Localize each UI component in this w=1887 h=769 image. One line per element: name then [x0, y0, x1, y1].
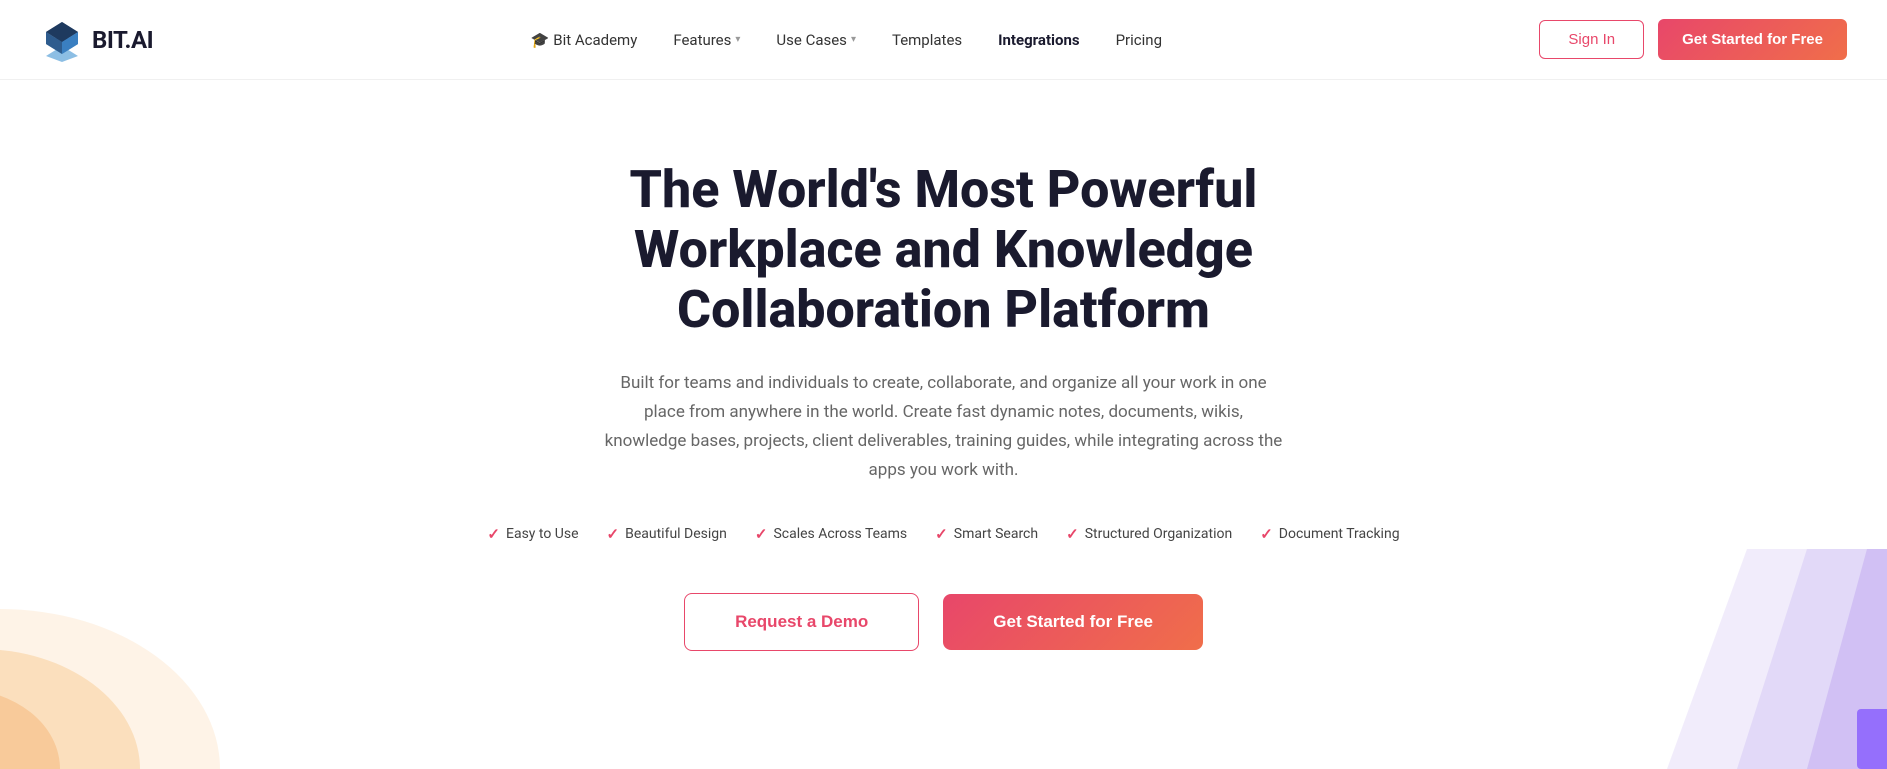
chevron-down-icon: ▾ — [735, 34, 740, 45]
nav-item-features[interactable]: Features ▾ — [673, 31, 740, 49]
feature-scales-across-teams: ✓ Scales Across Teams — [755, 525, 907, 543]
cta-buttons: Request a Demo Get Started for Free — [684, 593, 1203, 651]
request-demo-button[interactable]: Request a Demo — [684, 593, 919, 651]
feature-document-tracking: ✓ Document Tracking — [1260, 525, 1399, 543]
get-started-header-button[interactable]: Get Started for Free — [1658, 19, 1847, 60]
nav-item-use-cases[interactable]: Use Cases ▾ — [776, 31, 856, 49]
check-icon: ✓ — [607, 525, 620, 543]
logo[interactable]: BIT.AI — [40, 18, 153, 62]
feature-smart-search: ✓ Smart Search — [935, 525, 1038, 543]
deco-left-shape — [0, 549, 220, 769]
hero-title: The World's Most Powerful Workplace and … — [494, 160, 1394, 339]
main-nav: 🎓 Bit Academy Features ▾ Use Cases ▾ Tem… — [531, 31, 1162, 49]
nav-item-pricing[interactable]: Pricing — [1116, 31, 1162, 49]
site-header: BIT.AI 🎓 Bit Academy Features ▾ Use Case… — [0, 0, 1887, 80]
feature-easy-to-use: ✓ Easy to Use — [487, 525, 578, 543]
signin-button[interactable]: Sign In — [1539, 20, 1644, 59]
check-icon: ✓ — [487, 525, 500, 543]
feature-structured-organization: ✓ Structured Organization — [1066, 525, 1232, 543]
deco-right-shape — [1587, 549, 1887, 769]
nav-item-bit-academy[interactable]: 🎓 Bit Academy — [531, 31, 638, 49]
header-actions: Sign In Get Started for Free — [1539, 19, 1847, 60]
nav-item-templates[interactable]: Templates — [892, 31, 962, 49]
features-row: ✓ Easy to Use ✓ Beautiful Design ✓ Scale… — [487, 525, 1399, 543]
hero-section: The World's Most Powerful Workplace and … — [0, 80, 1887, 769]
check-icon: ✓ — [755, 525, 768, 543]
hero-subtitle: Built for teams and individuals to creat… — [604, 369, 1284, 485]
feature-beautiful-design: ✓ Beautiful Design — [607, 525, 727, 543]
check-icon: ✓ — [1260, 525, 1273, 543]
logo-icon — [40, 18, 84, 62]
nav-item-integrations[interactable]: Integrations — [998, 31, 1079, 49]
get-started-hero-button[interactable]: Get Started for Free — [943, 594, 1203, 650]
chevron-down-icon: ▾ — [851, 34, 856, 45]
check-icon: ✓ — [935, 525, 948, 543]
logo-text: BIT.AI — [92, 26, 153, 54]
check-icon: ✓ — [1066, 525, 1079, 543]
hat-icon: 🎓 — [531, 31, 550, 49]
